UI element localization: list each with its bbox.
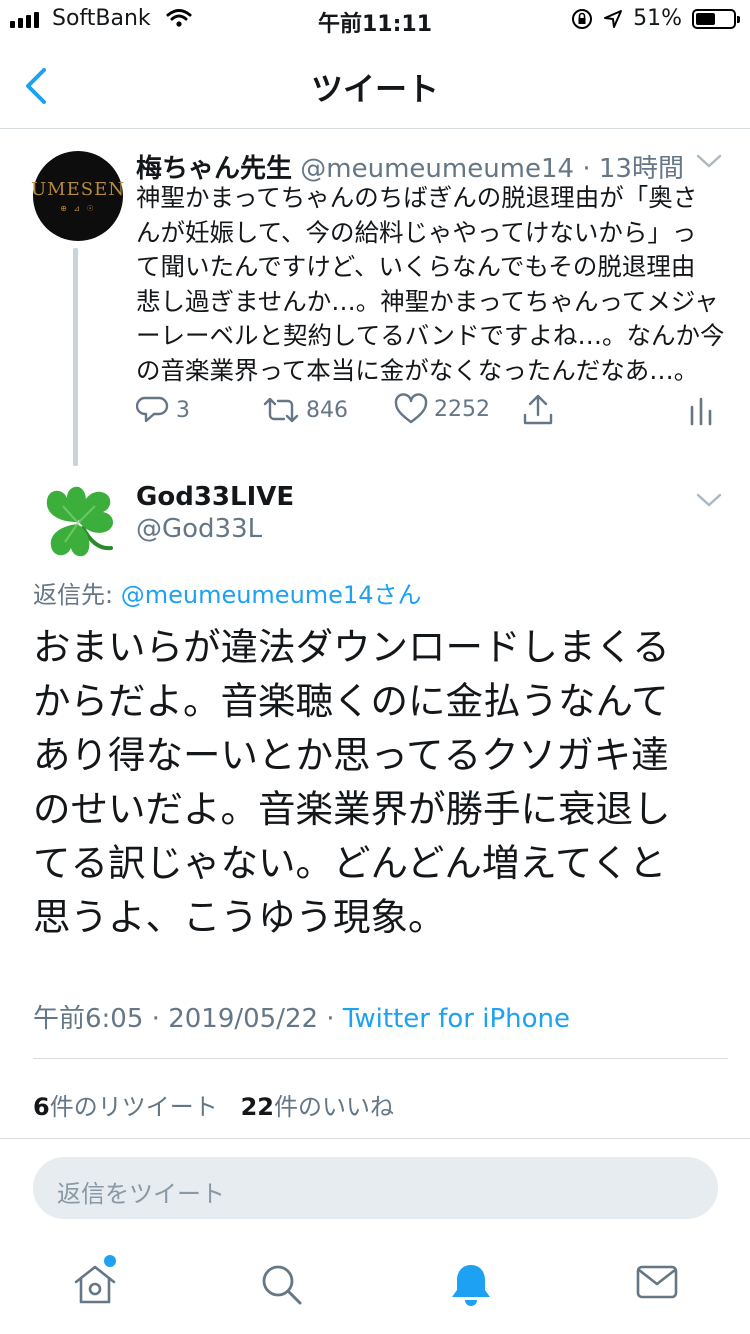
retweets-stat[interactable]: 6件のリツイート: [33, 1093, 218, 1121]
tweet-text-line: おまいらが違法ダウンロードしまくる: [33, 625, 670, 669]
unread-dot: [104, 1255, 116, 1267]
tweet-text-line: のせいだよ。音楽業界が勝手に衰退し: [33, 787, 671, 831]
tweet-text: おまいらが違法ダウンロードしまくる からだよ。音楽聴くのに金払うなんて あり得な…: [33, 620, 723, 944]
avatar[interactable]: UMESEN ⊕ ⊿ ☉: [31, 151, 125, 241]
tweet-text-line: あり得なーいとか思ってるクソガキ達: [33, 733, 669, 777]
author-handle[interactable]: @God33L: [136, 514, 262, 544]
tweet-header: 梅ちゃん先生 @meumeumeume14 · 13時間: [136, 148, 684, 185]
like-button[interactable]: 2252: [394, 393, 490, 425]
orientation-lock-icon: [572, 8, 593, 29]
analytics-icon[interactable]: [688, 393, 714, 427]
battery-icon: [692, 8, 740, 29]
tweet-text-line: ーレーベルと契約してるバンドですよね…。なんか今: [136, 321, 725, 350]
reply-count: 3: [176, 397, 190, 423]
author-handle[interactable]: @meumeumeume14: [300, 154, 574, 184]
tweet-timestamp-line: 午前6:05 · 2019/05/22 · Twitter for iPhone: [33, 998, 570, 1035]
separator: ·: [318, 1004, 343, 1034]
tweet-text-line: て聞いたんですけど、いくらなんでもその脱退理由: [136, 252, 696, 281]
tweet-text-line: からだよ。音楽聴くのに金払うなんて: [33, 679, 669, 723]
avatar-logo-symbols: ⊕ ⊿ ☉: [60, 204, 96, 213]
heart-icon: [394, 393, 428, 424]
battery-percent: 51%: [633, 6, 682, 31]
reply-icon: [136, 396, 169, 423]
tweet-actions: 3 846 2252: [136, 393, 726, 433]
like-stat-label: 件のいいね: [274, 1093, 394, 1121]
tweet-text: 神聖かまってちゃんのちばぎんの脱退理由が「奥さ んが妊娠して、今の給料じゃやって…: [136, 181, 726, 388]
tweet-text-line: てる訳じゃない。どんどん増えてくと: [33, 841, 667, 885]
tweet-text-line: 思うよ、こうゆう現象。: [33, 895, 446, 939]
home-icon[interactable]: [72, 1262, 118, 1306]
like-count: 2252: [434, 396, 490, 422]
separator: ·: [143, 1004, 169, 1034]
nav-bar: ツイート: [0, 40, 750, 129]
page-title: ツイート: [310, 70, 439, 108]
tweet-stats: 6件のリツイート 22件のいいね: [33, 1087, 394, 1122]
tweet-text-line: 悲し過ぎませんか…。神聖かまってちゃんってメジャ: [136, 286, 719, 316]
likes-stat[interactable]: 22件のいいね: [241, 1093, 394, 1121]
reply-to-label: 返信先:: [33, 581, 121, 609]
retweet-count: 846: [306, 397, 348, 423]
tweet-time: 午前6:05: [33, 1004, 144, 1034]
avatar[interactable]: [33, 478, 123, 568]
retweet-total: 6: [33, 1093, 50, 1121]
reply-button[interactable]: 3: [136, 393, 190, 427]
chevron-down-icon[interactable]: [696, 492, 722, 508]
share-icon[interactable]: [522, 393, 554, 427]
source-link[interactable]: Twitter for iPhone: [343, 1004, 570, 1034]
chevron-down-icon[interactable]: [696, 153, 722, 169]
tweet-text-line: んが妊娠して、今の給料じゃやってけないから」っ: [136, 217, 697, 247]
messages-icon[interactable]: [635, 1262, 679, 1302]
retweet-icon: [263, 397, 299, 423]
retweet-stat-label: 件のリツイート: [49, 1093, 218, 1121]
tweet-text-line: の音楽業界って本当に金がなくなったんだなあ…。: [136, 355, 699, 385]
like-total: 22: [240, 1093, 274, 1121]
author-name[interactable]: 梅ちゃん先生: [136, 154, 292, 184]
author-name[interactable]: God33LIVE: [136, 482, 294, 512]
reply-to-line: 返信先: @meumeumeume14さん: [33, 575, 421, 610]
tweet-text-line: 神聖かまってちゃんのちばぎんの脱退理由が「奥さ: [136, 183, 698, 212]
status-bar: SoftBank 午前11:11 51%: [0, 0, 750, 40]
thread-line: [73, 248, 78, 466]
search-icon[interactable]: [258, 1262, 304, 1306]
tweet-date: 2019/05/22: [168, 1004, 319, 1034]
avatar-logo-text: UMESEN: [31, 179, 125, 200]
tweet-age: · 13時間: [582, 154, 684, 184]
divider: [0, 1138, 750, 1139]
location-icon: [604, 9, 623, 28]
divider: [33, 1058, 728, 1059]
reply-input[interactable]: 返信をツイート: [33, 1157, 718, 1219]
retweet-button[interactable]: 846: [262, 393, 348, 427]
reply-to-mention-link[interactable]: @meumeumeume14さん: [121, 581, 422, 609]
notifications-icon[interactable]: [448, 1262, 494, 1308]
